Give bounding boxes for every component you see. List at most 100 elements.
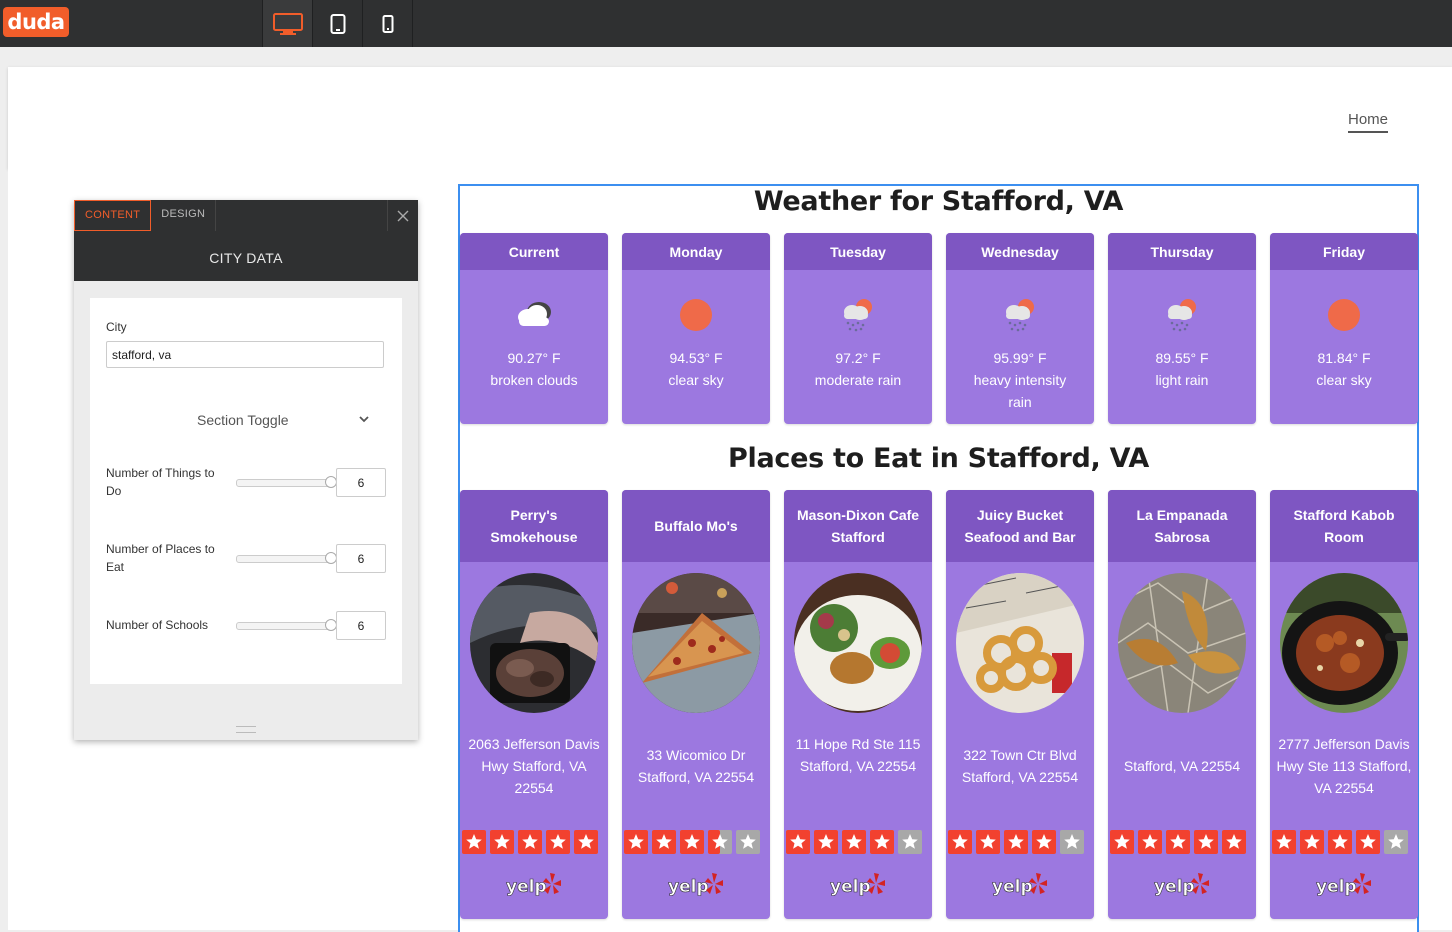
yelp-logo[interactable]: yelp bbox=[1316, 872, 1374, 898]
places-heading: Places to Eat in Stafford, VA bbox=[728, 443, 1149, 474]
yelp-logo[interactable]: yelp bbox=[1154, 872, 1212, 898]
star-icon bbox=[624, 830, 648, 854]
star-icon bbox=[1356, 830, 1380, 854]
svg-text:yelp: yelp bbox=[1154, 877, 1195, 897]
empanada-photo[interactable] bbox=[1118, 573, 1246, 713]
editor-toolbar: duda bbox=[0, 0, 1452, 47]
chevron-down-icon[interactable] bbox=[358, 414, 370, 424]
pizza-photo[interactable] bbox=[632, 573, 760, 713]
resize-grip[interactable] bbox=[236, 726, 256, 733]
sun-icon bbox=[680, 299, 712, 331]
weather-heading: Weather for Stafford, VA bbox=[753, 186, 1124, 217]
star-icon bbox=[1004, 830, 1028, 854]
place-name[interactable]: Mason-Dixon Cafe Stafford bbox=[784, 490, 932, 562]
things-to-do-input[interactable]: 6 bbox=[336, 468, 386, 497]
close-icon bbox=[397, 210, 409, 221]
star-icon bbox=[708, 830, 732, 854]
star-icon bbox=[842, 830, 866, 854]
device-switcher bbox=[262, 0, 413, 47]
yelp-logo[interactable]: yelp bbox=[668, 872, 726, 898]
place-card[interactable]: La Empanada Sabrosa Stafford, VA 22554 y… bbox=[1108, 490, 1256, 919]
weather-info: 97.2° F moderate rain bbox=[784, 347, 932, 391]
weather-temp: 94.53° F bbox=[669, 350, 723, 366]
place-address: 2777 Jefferson Davis Hwy Ste 113 Staffor… bbox=[1276, 736, 1412, 796]
weather-day: Wednesday bbox=[946, 233, 1094, 270]
tablet-view-button[interactable] bbox=[313, 0, 363, 47]
rating-stars bbox=[1110, 830, 1250, 854]
svg-text:yelp: yelp bbox=[1316, 877, 1357, 897]
ribs-photo[interactable] bbox=[470, 573, 598, 713]
duda-logo[interactable]: duda bbox=[3, 7, 69, 37]
places-to-eat-input[interactable]: 6 bbox=[336, 544, 386, 573]
place-name[interactable]: Perry's Smokehouse bbox=[460, 490, 608, 562]
place-name[interactable]: Buffalo Mo's bbox=[622, 490, 770, 562]
schools-input[interactable]: 6 bbox=[336, 611, 386, 640]
close-panel-button[interactable] bbox=[387, 200, 418, 231]
weather-temp: 81.84° F bbox=[1317, 350, 1371, 366]
yelp-logo[interactable]: yelp bbox=[506, 872, 564, 898]
city-label: City bbox=[106, 320, 127, 334]
yelp-logo[interactable]: yelp bbox=[830, 872, 888, 898]
mobile-icon bbox=[382, 14, 393, 33]
place-address: 11 Hope Rd Ste 115 Stafford, VA 22554 bbox=[795, 736, 921, 774]
weather-card: Tuesday 97.2° F moderate rain bbox=[784, 233, 932, 424]
star-icon bbox=[1166, 830, 1190, 854]
weather-info: 90.27° F broken clouds bbox=[460, 347, 608, 391]
place-address: 2063 Jefferson Davis Hwy Stafford, VA 22… bbox=[468, 736, 600, 796]
mobile-view-button[interactable] bbox=[363, 0, 413, 47]
place-card[interactable]: Stafford Kabob Room 2777 Jefferson Davis… bbox=[1270, 490, 1418, 919]
tab-content[interactable]: CONTENT bbox=[74, 200, 152, 231]
nav-home-link[interactable]: Home bbox=[1347, 111, 1388, 133]
star-icon bbox=[1110, 830, 1134, 854]
section-toggle-label[interactable]: Section Toggle bbox=[197, 412, 289, 428]
star-icon bbox=[1272, 830, 1296, 854]
star-icon bbox=[814, 830, 838, 854]
city-input[interactable]: stafford, va bbox=[106, 341, 384, 368]
weather-day: Monday bbox=[622, 233, 770, 270]
places-to-eat-slider[interactable] bbox=[236, 552, 337, 564]
star-icon bbox=[786, 830, 810, 854]
star-icon bbox=[574, 830, 598, 854]
weather-temp: 89.55° F bbox=[1155, 350, 1209, 366]
weather-temp: 90.27° F bbox=[507, 350, 561, 366]
weather-info: 89.55° F light rain bbox=[1108, 347, 1256, 391]
star-icon bbox=[1138, 830, 1162, 854]
svg-text:yelp: yelp bbox=[506, 877, 547, 897]
weather-desc: moderate rain bbox=[814, 372, 902, 388]
star-icon bbox=[518, 830, 542, 854]
svg-text:yelp: yelp bbox=[668, 877, 709, 897]
weather-temp: 97.2° F bbox=[835, 350, 881, 366]
panel-title: CITY DATA bbox=[74, 231, 418, 281]
star-icon bbox=[1194, 830, 1218, 854]
salad-photo[interactable] bbox=[794, 573, 922, 713]
weather-day: Friday bbox=[1270, 233, 1418, 270]
place-card[interactable]: Mason-Dixon Cafe Stafford 11 Hope Rd Ste… bbox=[784, 490, 932, 919]
star-icon bbox=[1060, 830, 1084, 854]
city-data-widget[interactable]: Weather for Stafford, VA Current 90.27° … bbox=[458, 184, 1419, 932]
place-name[interactable]: La Empanada Sabrosa bbox=[1108, 490, 1256, 562]
place-card[interactable]: Buffalo Mo's 33 Wicomico Dr Stafford, VA… bbox=[622, 490, 770, 919]
place-name[interactable]: Stafford Kabob Room bbox=[1270, 490, 1418, 562]
weather-card: Current 90.27° F broken clouds bbox=[460, 233, 608, 424]
star-icon bbox=[1222, 830, 1246, 854]
schools-slider[interactable] bbox=[236, 619, 337, 631]
cloud-icon bbox=[518, 302, 551, 326]
place-card[interactable]: Perry's Smokehouse 2063 Jefferson Davis … bbox=[460, 490, 608, 919]
yelp-logo[interactable]: yelp bbox=[992, 872, 1050, 898]
rating-stars bbox=[786, 830, 926, 854]
weather-card: Wednesday 95.99° F heavy intensity rain bbox=[946, 233, 1094, 424]
tab-design[interactable]: DESIGN bbox=[151, 200, 217, 231]
place-card[interactable]: Juicy Bucket Seafood and Bar 322 Town Ct… bbox=[946, 490, 1094, 919]
place-name[interactable]: Juicy Bucket Seafood and Bar bbox=[946, 490, 1094, 562]
svg-text:yelp: yelp bbox=[992, 877, 1033, 897]
star-icon bbox=[976, 830, 1000, 854]
rating-stars bbox=[948, 830, 1088, 854]
star-icon bbox=[1328, 830, 1352, 854]
things-to-do-slider[interactable] bbox=[236, 476, 337, 488]
desktop-view-button[interactable] bbox=[263, 0, 313, 47]
rating-stars bbox=[1272, 830, 1412, 854]
onion-rings-photo[interactable] bbox=[956, 573, 1084, 713]
rating-stars bbox=[624, 830, 764, 854]
kabob-photo[interactable] bbox=[1280, 573, 1408, 713]
panel-form: City stafford, va Section Toggle Number … bbox=[90, 298, 402, 684]
